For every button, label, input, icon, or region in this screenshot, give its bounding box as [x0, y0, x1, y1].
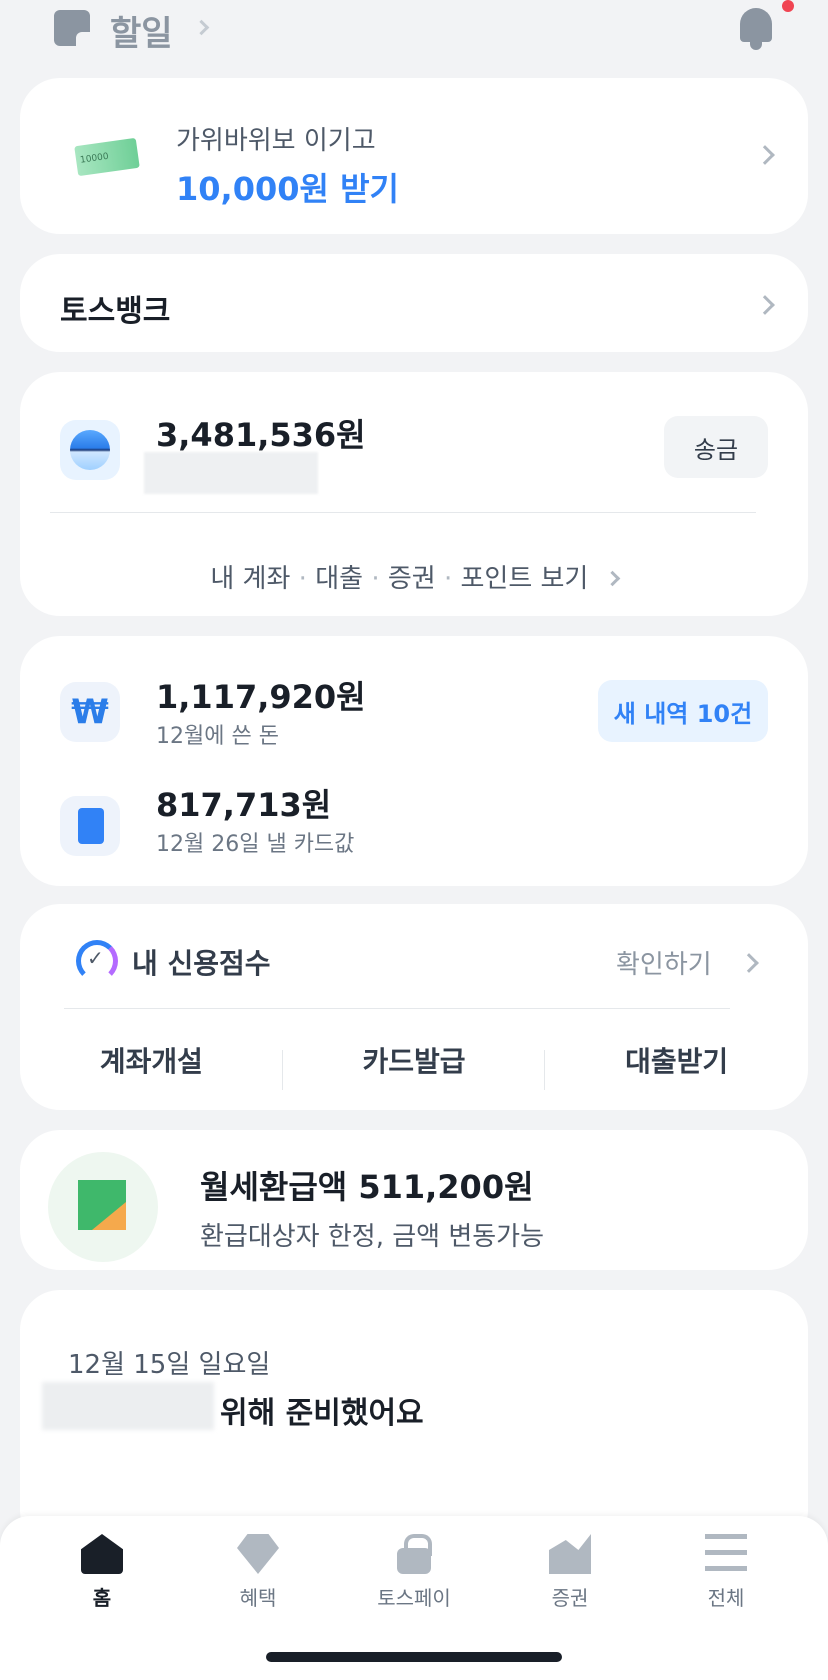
open-account-button[interactable]: 계좌개설 [20, 1040, 283, 1080]
refund-icon [48, 1152, 158, 1262]
spent-amount[interactable]: 1,117,920원 [156, 672, 366, 718]
bell-icon[interactable] [736, 6, 776, 50]
home-indicator [266, 1652, 562, 1662]
feed-card[interactable]: 12월 15일 일요일 위해 준비했어요 [20, 1290, 808, 1550]
header-title[interactable]: 할일 [110, 6, 173, 55]
account-name-blurred [144, 452, 318, 494]
credit-check-link[interactable]: 확인하기 [616, 944, 712, 981]
link-my-account[interactable]: 내 계좌 [210, 564, 290, 594]
bank-logo-icon [60, 420, 120, 480]
tab-label: 전체 [707, 1586, 745, 1610]
get-loan-button[interactable]: 대출받기 [545, 1040, 808, 1080]
chevron-right-icon [755, 295, 775, 315]
link-stock[interactable]: 증권 [388, 564, 436, 594]
divider [50, 512, 756, 513]
account-balance[interactable]: 3,481,536원 [156, 410, 366, 456]
account-card: 3,481,536원 송금 내 계좌 · 대출 · 증권 · 포인트 보기 [20, 372, 808, 616]
new-transactions-button[interactable]: 새 내역 10건 [598, 680, 768, 742]
memo-icon[interactable] [54, 10, 90, 46]
account-links[interactable]: 내 계좌 · 대출 · 증권 · 포인트 보기 [20, 558, 808, 595]
bank-title: 토스뱅크 [60, 294, 171, 329]
issue-card-button[interactable]: 카드발급 [283, 1040, 546, 1080]
send-button[interactable]: 송금 [664, 416, 768, 478]
stock-chart-icon [549, 1534, 591, 1574]
tab-label: 증권 [551, 1586, 589, 1610]
link-loan[interactable]: 대출 [315, 564, 363, 594]
home-icon [81, 1534, 123, 1574]
promo-card[interactable]: 10000 가위바위보 이기고 10,000원 받기 [20, 78, 808, 234]
diamond-icon [237, 1534, 279, 1574]
chevron-right-icon [739, 953, 759, 973]
feed-date: 12월 15일 일요일 [68, 1350, 271, 1380]
chevron-right-icon [755, 145, 775, 165]
tab-home[interactable]: 홈 [42, 1534, 162, 1611]
credit-gauge-icon [76, 940, 118, 982]
tab-stocks[interactable]: 증권 [510, 1534, 630, 1611]
feed-headline: 위해 준비했어요 [220, 1396, 424, 1431]
tab-benefits[interactable]: 혜택 [198, 1534, 318, 1611]
tab-label: 혜택 [239, 1586, 277, 1610]
divider [64, 1008, 730, 1009]
refund-card[interactable]: 월세환급액 511,200원 환급대상자 한정, 금액 변동가능 [20, 1130, 808, 1270]
tab-tosspay[interactable]: 토스페이 [354, 1534, 474, 1611]
credit-title[interactable]: 내 신용점수 [132, 942, 271, 982]
won-icon: ₩ [60, 682, 120, 742]
tab-label: 홈 [92, 1586, 112, 1610]
promo-subtitle: 가위바위보 이기고 [176, 126, 376, 156]
quick-actions: 계좌개설 카드발급 대출받기 [20, 1040, 808, 1080]
shopping-bag-icon [393, 1534, 435, 1574]
refund-subtitle: 환급대상자 한정, 금액 변동가능 [200, 1222, 545, 1252]
refund-title: 월세환급액 511,200원 [200, 1168, 534, 1206]
card-due-label: 12월 26일 낼 카드값 [156, 832, 355, 857]
tab-label: 토스페이 [377, 1586, 451, 1610]
toss-bank-card[interactable]: 토스뱅크 [20, 254, 808, 352]
menu-icon [705, 1534, 747, 1574]
spending-card: ₩ 1,117,920원 12월에 쓴 돈 새 내역 10건 817,713원 … [20, 636, 808, 886]
spent-label: 12월에 쓴 돈 [156, 724, 279, 749]
promo-title: 10,000원 받기 [176, 170, 399, 208]
credit-card-icon [60, 796, 120, 856]
divider [544, 1050, 545, 1090]
notification-badge [782, 0, 794, 12]
chevron-right-icon[interactable] [193, 19, 210, 36]
header: 할일 [0, 0, 828, 60]
divider [282, 1050, 283, 1090]
chevron-right-icon [604, 570, 620, 587]
tab-all[interactable]: 전체 [666, 1534, 786, 1611]
card-amount[interactable]: 817,713원 [156, 780, 331, 826]
credit-card: 내 신용점수 확인하기 계좌개설 카드발급 대출받기 [20, 904, 808, 1110]
money-bill-icon: 10000 [74, 137, 140, 177]
feed-name-blurred [42, 1382, 214, 1430]
link-points[interactable]: 포인트 보기 [460, 564, 588, 594]
